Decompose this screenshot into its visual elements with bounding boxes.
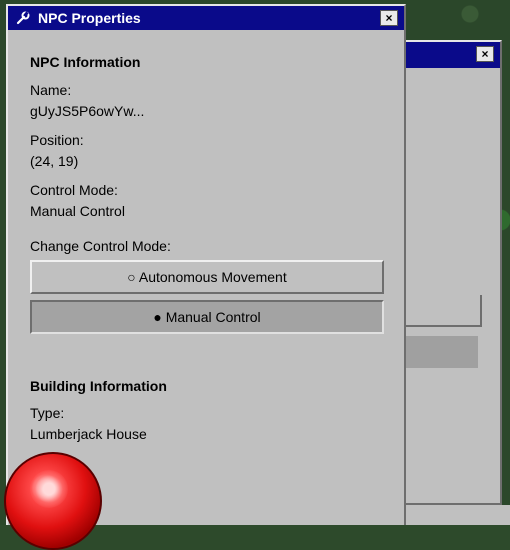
name-value: gUyJS5P6owYw...: [30, 103, 145, 119]
building-type-label: Type:: [30, 405, 65, 421]
building-information-heading: Building Information: [30, 378, 167, 394]
name-label: Name:: [30, 82, 72, 98]
red-orb-button[interactable]: [4, 452, 102, 550]
npc-information-heading: NPC Information: [30, 54, 141, 70]
npc-properties-window: NPC Properties × NPC Information Name: g…: [6, 4, 406, 525]
background-window-button[interactable]: [404, 295, 482, 327]
background-window: ×: [390, 40, 502, 505]
background-window-close-button[interactable]: ×: [476, 46, 494, 62]
window-title: NPC Properties: [38, 10, 141, 26]
building-type-value: Lumberjack House: [30, 426, 147, 442]
background-window-pressed-button[interactable]: [404, 336, 478, 368]
wrench-icon: [14, 9, 32, 27]
position-label: Position:: [30, 132, 84, 148]
position-value: (24, 19): [30, 153, 79, 169]
change-control-mode-label: Change Control Mode:: [30, 238, 171, 254]
autonomous-movement-button[interactable]: ○ Autonomous Movement: [30, 260, 384, 294]
orb-highlight: [30, 470, 68, 508]
control-mode-value: Manual Control: [30, 203, 125, 219]
bottom-panel-strip: [406, 505, 510, 525]
manual-control-button[interactable]: ● Manual Control: [30, 300, 384, 334]
background-window-titlebar[interactable]: ×: [392, 42, 500, 68]
npc-properties-titlebar[interactable]: NPC Properties ×: [8, 6, 404, 30]
control-mode-label: Control Mode:: [30, 182, 118, 198]
close-button[interactable]: ×: [380, 10, 398, 26]
